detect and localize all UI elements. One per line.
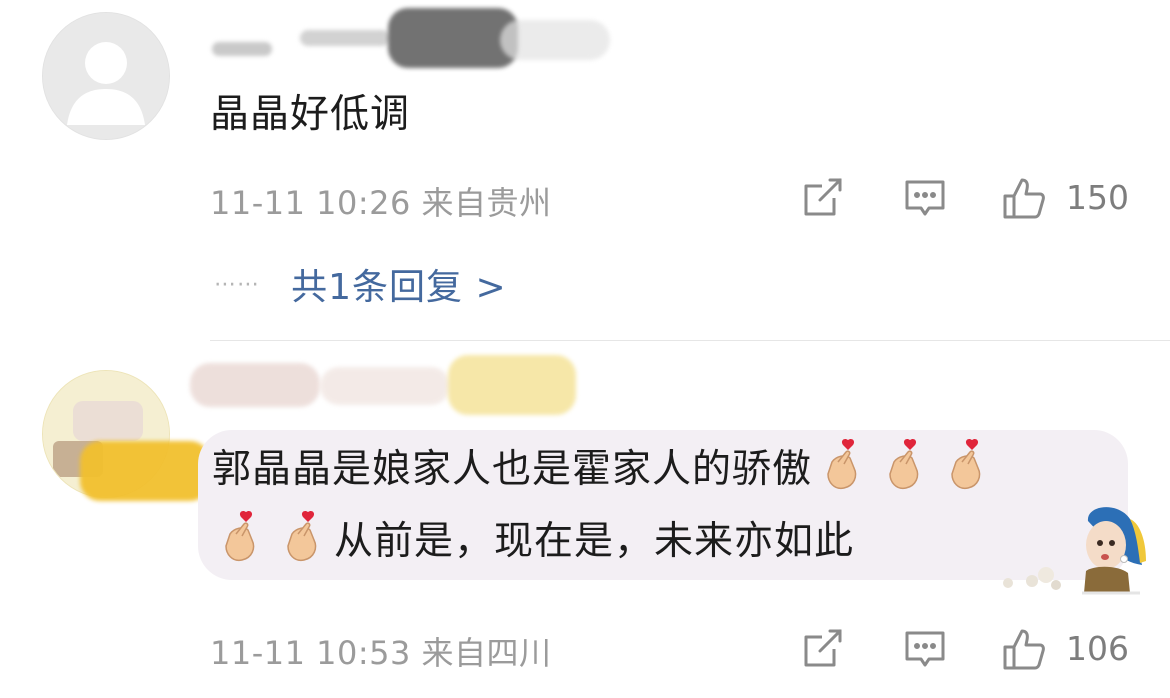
replies-row: ⋯⋯ 共1条回复 > — [214, 258, 507, 312]
finger-heart-emoji — [280, 510, 326, 564]
comment-text-line-2: 从前是，现在是，未来亦如此 — [218, 510, 854, 573]
comment-meta: 11-11 10:53 来自四川 — [210, 628, 552, 674]
comment-actions: 106 — [790, 619, 1150, 679]
comment-icon[interactable] — [903, 176, 947, 220]
share-icon[interactable] — [800, 627, 844, 671]
like-count: 150 — [1066, 178, 1129, 217]
comment-location: 来自四川 — [421, 634, 552, 672]
comment-meta: 11-11 10:26 来自贵州 — [210, 178, 552, 224]
comment-text: 郭晶晶是娘家人也是霍家人的骄傲 — [212, 447, 813, 492]
comment-actions: 150 — [790, 168, 1150, 228]
comment-text-line-1: 郭晶晶是娘家人也是霍家人的骄傲 — [212, 438, 998, 501]
reply-dots: ⋯⋯ — [214, 271, 260, 297]
comment-icon[interactable] — [903, 627, 947, 671]
comment-text: 从前是，现在是，未来亦如此 — [334, 519, 855, 564]
finger-heart-emoji — [218, 510, 264, 564]
like-count: 106 — [1066, 629, 1129, 668]
comment-item: 晶晶好低调 11-11 10:26 来自贵州 150 ⋯⋯ 共1条回复 > — [0, 0, 1170, 340]
view-replies-link[interactable]: 共1条回复 > — [291, 258, 507, 310]
comment-time: 11-11 10:26 — [210, 184, 411, 222]
finger-heart-emoji — [820, 438, 866, 492]
comment-location: 来自贵州 — [421, 184, 552, 222]
finger-heart-emoji — [882, 438, 928, 492]
comment-text: 晶晶好低调 — [210, 92, 411, 137]
share-icon[interactable] — [800, 176, 844, 220]
finger-heart-emoji — [944, 438, 990, 492]
thumbs-up-icon[interactable] — [1002, 627, 1046, 671]
thumbs-up-icon[interactable] — [1002, 176, 1046, 220]
pearl-earring-girl-sticker — [990, 501, 1150, 601]
comment-time: 11-11 10:53 — [210, 634, 411, 672]
default-avatar-icon[interactable] — [42, 12, 170, 140]
comment-item: 郭晶晶是娘家人也是霍家人的骄傲 从前是，现在是，未来亦如此 11-11 10:5… — [0, 341, 1170, 698]
